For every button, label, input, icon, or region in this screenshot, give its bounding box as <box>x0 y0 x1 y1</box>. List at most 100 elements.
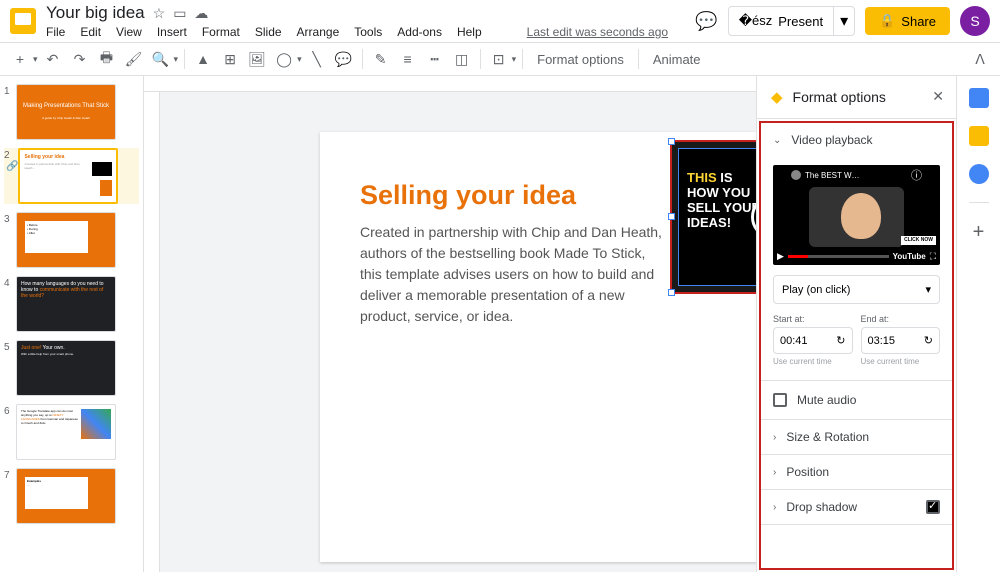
side-rail: + <box>956 76 1000 572</box>
present-dropdown[interactable]: ▾ <box>833 7 854 35</box>
present-button[interactable]: �ész Present <box>729 7 833 35</box>
add-addon-button[interactable]: + <box>973 221 985 244</box>
zoom-button[interactable]: 🔍 <box>149 47 173 71</box>
move-icon[interactable]: ▭ <box>173 5 186 22</box>
print-button[interactable]: 🖶 <box>95 47 119 71</box>
slide-thumb-6[interactable]: 6 The Google Translate app can do most a… <box>4 404 139 460</box>
textbox-tool[interactable]: ⊞ <box>218 47 242 71</box>
end-at-label: End at: <box>861 314 941 324</box>
click-now-badge: CLICK NOW <box>901 236 936 245</box>
new-slide-button[interactable]: + <box>8 47 32 71</box>
slides-logo[interactable] <box>10 8 36 34</box>
slide-thumb-2[interactable]: 2🔗 Selling your ideaCreated in partnersh… <box>4 148 139 204</box>
mute-checkbox[interactable] <box>773 393 787 407</box>
select-tool[interactable]: ▲ <box>191 47 215 71</box>
size-rotation-section[interactable]: › Size & Rotation <box>761 420 952 454</box>
animate-button[interactable]: Animate <box>645 52 709 67</box>
youtube-logo: YouTube <box>893 252 926 261</box>
slide-thumb-4[interactable]: 4 How many languages do you need to know… <box>4 276 139 332</box>
slide-thumb-1[interactable]: 1 Making Presentations That StickA guide… <box>4 84 139 140</box>
menu-arrange[interactable]: Arrange <box>297 25 340 39</box>
play-mode-select[interactable]: Play (on click) ▾ <box>773 275 940 304</box>
menu-addons[interactable]: Add-ons <box>397 25 442 39</box>
share-button[interactable]: 🔒 Share <box>865 7 950 35</box>
menu-format[interactable]: Format <box>202 25 240 39</box>
slide-thumb-5[interactable]: 5 Just one! Your own.With a little help … <box>4 340 139 396</box>
dropdown-icon: ▾ <box>925 283 931 296</box>
menu-bar: File Edit View Insert Format Slide Arran… <box>46 25 695 39</box>
start-hint[interactable]: Use current time <box>773 357 853 366</box>
menu-insert[interactable]: Insert <box>157 25 187 39</box>
chevron-down-icon: ⌄ <box>773 135 781 146</box>
menu-slide[interactable]: Slide <box>255 25 282 39</box>
drop-shadow-section[interactable]: › Drop shadow <box>761 490 952 524</box>
slide-title-text[interactable]: Selling your idea <box>360 180 576 211</box>
border-dash-tool[interactable]: ┅ <box>423 47 447 71</box>
comment-tool[interactable]: 💬 <box>332 47 356 71</box>
undo-button[interactable]: ↶ <box>41 47 65 71</box>
border-color-tool[interactable]: ✎ <box>369 47 393 71</box>
chevron-right-icon: › <box>773 502 776 513</box>
menu-file[interactable]: File <box>46 25 65 39</box>
redo-button[interactable]: ↷ <box>68 47 92 71</box>
format-options-icon: ◆ <box>771 88 783 106</box>
slide-body-text[interactable]: Created in partnership with Chip and Dan… <box>360 222 670 327</box>
slide-canvas[interactable]: Selling your idea Created in partnership… <box>320 132 756 562</box>
close-panel-button[interactable]: ✕ <box>932 88 944 105</box>
video-preview-person <box>809 187 904 247</box>
line-tool[interactable]: ╲ <box>305 47 329 71</box>
refresh-icon[interactable]: ↻ <box>836 334 845 347</box>
slide-thumb-7[interactable]: 7 Examples… <box>4 468 139 524</box>
ruler-horizontal <box>144 76 756 92</box>
chevron-right-icon: › <box>773 432 776 443</box>
filmstrip[interactable]: 1 Making Presentations That StickA guide… <box>0 76 144 572</box>
refresh-icon[interactable]: ↻ <box>924 334 933 347</box>
menu-help[interactable]: Help <box>457 25 482 39</box>
end-time-input[interactable]: 03:15↻ <box>861 327 941 354</box>
menu-tools[interactable]: Tools <box>354 25 382 39</box>
format-panel-title: Format options <box>793 89 886 105</box>
present-button-group: �ész Present ▾ <box>728 6 855 36</box>
tasks-addon-icon[interactable] <box>969 164 989 184</box>
menu-edit[interactable]: Edit <box>80 25 101 39</box>
ruler-vertical <box>144 92 160 572</box>
slide-thumb-3[interactable]: 3 • Before• During• After <box>4 212 139 268</box>
collapse-toolbar[interactable]: ᐱ <box>968 47 992 71</box>
drop-shadow-checkbox[interactable] <box>926 500 940 514</box>
border-weight-tool[interactable]: ≡ <box>396 47 420 71</box>
video-overlay-text: THIS IS HOW YOU SELL YOUR IDEAS! <box>687 171 756 231</box>
doc-title[interactable]: Your big idea <box>46 3 145 23</box>
user-avatar[interactable]: S <box>960 6 990 36</box>
mask-tool[interactable]: ⊡ <box>487 47 511 71</box>
start-time-input[interactable]: 00:41↻ <box>773 327 853 354</box>
last-edit-link[interactable]: Last edit was seconds ago <box>527 25 668 39</box>
video-element-selected[interactable]: THIS IS HOW YOU SELL YOUR IDEAS! ▶ <box>670 140 756 294</box>
app-header: Your big idea ☆ ▭ ☁ File Edit View Inser… <box>0 0 1000 42</box>
link-icon: 🔗 <box>6 161 18 172</box>
present-icon: �ész <box>739 13 773 29</box>
keep-addon-icon[interactable] <box>969 126 989 146</box>
format-options-button[interactable]: Format options <box>529 52 632 67</box>
chevron-right-icon: › <box>773 467 776 478</box>
cloud-status-icon[interactable]: ☁ <box>194 5 208 22</box>
format-options-panel: ◆ Format options ✕ ⌄ Video playback The … <box>756 76 956 572</box>
canvas-area[interactable]: Selling your idea Created in partnership… <box>144 76 756 572</box>
menu-view[interactable]: View <box>116 25 142 39</box>
play-button-icon[interactable]: ▶ <box>777 251 784 262</box>
calendar-addon-icon[interactable] <box>969 88 989 108</box>
crop-tool[interactable]: ◫ <box>450 47 474 71</box>
fullscreen-icon[interactable]: ⛶ <box>930 251 936 262</box>
star-icon[interactable]: ☆ <box>153 5 166 22</box>
comments-icon[interactable]: 💬 <box>695 11 717 32</box>
paint-format-button[interactable]: 🖌 <box>122 47 146 71</box>
start-at-label: Start at: <box>773 314 853 324</box>
end-hint[interactable]: Use current time <box>861 357 941 366</box>
video-preview[interactable]: The BEST W…ⓘ CLICK NOW ▶ YouTube ⛶ <box>773 165 940 265</box>
image-tool[interactable]: 🖼 <box>245 47 269 71</box>
video-playback-section-header[interactable]: ⌄ Video playback <box>761 123 952 157</box>
mute-audio-row[interactable]: Mute audio <box>761 381 952 420</box>
toolbar: +▾ ↶ ↷ 🖶 🖌 🔍▾ ▲ ⊞ 🖼 ◯▾ ╲ 💬 ✎ ≡ ┅ ◫ ⊡▾ Fo… <box>0 42 1000 76</box>
position-section[interactable]: › Position <box>761 455 952 489</box>
shape-tool[interactable]: ◯ <box>272 47 296 71</box>
lock-icon: 🔒 <box>879 13 895 29</box>
